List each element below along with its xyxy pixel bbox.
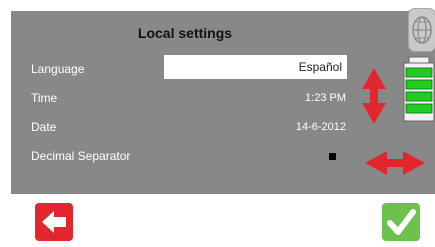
language-label: Language xyxy=(31,62,85,76)
date-label: Date xyxy=(31,120,57,134)
decimal-separator-value[interactable] xyxy=(329,153,336,160)
left-right-arrow-icon[interactable] xyxy=(365,149,425,182)
time-label: Time xyxy=(31,91,58,105)
back-arrow-icon xyxy=(42,211,66,233)
globe-icon[interactable] xyxy=(408,8,435,52)
time-value[interactable]: 1:23 PM xyxy=(305,92,346,104)
up-down-arrow-icon[interactable] xyxy=(361,68,387,129)
decimal-separator-label: Decimal Separator xyxy=(31,149,131,163)
back-button[interactable] xyxy=(35,203,73,241)
date-value[interactable]: 14-6-2012 xyxy=(296,121,346,133)
checkmark-icon xyxy=(387,209,416,235)
language-field[interactable]: Español xyxy=(164,55,347,79)
page-title: Local settings xyxy=(137,25,233,41)
battery-icon xyxy=(403,56,435,127)
confirm-button[interactable] xyxy=(382,203,420,241)
